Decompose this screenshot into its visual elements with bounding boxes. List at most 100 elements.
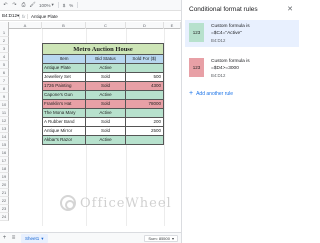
sold-for-cell[interactable]: 78000 [126, 100, 163, 108]
toolbar: ↶ ↷ ⎙ 🖌 100% ▾ $ % [0, 0, 181, 11]
row-header[interactable]: 13 [0, 125, 9, 133]
close-icon[interactable]: ✕ [287, 5, 293, 13]
row-header[interactable]: 14 [0, 133, 9, 141]
row-header[interactable]: 3 [0, 45, 9, 53]
row-header[interactable]: 24 [0, 213, 9, 221]
item-cell[interactable]: Antique Mirror [43, 127, 87, 135]
watermark-text: OfficeWheel [80, 195, 172, 211]
row-header[interactable]: 16 [0, 149, 9, 157]
redo-icon[interactable]: ↷ [12, 2, 17, 8]
row-header[interactable]: 5 [0, 61, 9, 69]
row-header[interactable]: 20 [0, 181, 9, 189]
item-cell[interactable]: Antique Plate [43, 64, 87, 72]
formula-input[interactable]: Antique Plate [28, 14, 58, 19]
sheet-bar: + ≡ Sheet1 ▾ Sum: 85500 ▾ [0, 232, 181, 243]
row-header[interactable]: 2 [0, 37, 9, 45]
add-sheet-button[interactable]: + [0, 235, 9, 241]
sold-for-cell[interactable]: 2500 [126, 127, 163, 135]
rule-description: Custom formula is =$C4="Active" B4:D12 [211, 23, 250, 44]
row-header[interactable]: 22 [0, 197, 9, 205]
zoom-select[interactable]: 100% ▾ [39, 2, 54, 8]
name-box[interactable]: B4:D12 ▾ [0, 13, 19, 19]
table-row: Capone's Gun Active [42, 91, 164, 100]
bid-status-cell[interactable]: Active [86, 64, 126, 72]
item-cell[interactable]: Franklin's Hat [43, 100, 87, 108]
table-header-row: Item Bid Status Sold For ($) [42, 55, 164, 64]
select-all-corner[interactable] [0, 22, 9, 29]
sum-indicator[interactable]: Sum: 85500 ▾ [144, 235, 178, 242]
bid-status-cell[interactable]: Sold [86, 100, 126, 108]
sold-for-cell[interactable]: 4300 [126, 82, 163, 90]
sum-value: Sum: 85500 [148, 235, 170, 241]
column-header-e[interactable]: E [164, 22, 181, 29]
item-cell[interactable]: Akbar's Razor [43, 136, 87, 144]
column-header-a[interactable]: A [9, 22, 42, 29]
item-cell[interactable]: Jewellery Set [43, 73, 87, 81]
rule-title: Custom formula is [211, 59, 250, 64]
format-rule[interactable]: 123 Custom formula is =$C4="Active" B4:D… [185, 20, 299, 47]
header-sold-for[interactable]: Sold For ($) [126, 55, 163, 63]
currency-format-button[interactable]: $ [63, 3, 66, 8]
row-header[interactable]: 11 [0, 109, 9, 117]
chevron-down-icon: ▾ [171, 235, 174, 241]
table-row: Akbar's Razor Active [42, 136, 164, 145]
column-headers: A B C D E [0, 22, 181, 29]
table-row: Antique Mirror Sold 2500 [42, 127, 164, 136]
sold-for-cell[interactable] [126, 91, 163, 99]
all-sheets-button[interactable]: ≡ [9, 235, 18, 241]
item-cell[interactable]: The Mona Mary [43, 109, 87, 117]
column-header-c[interactable]: C [86, 22, 126, 29]
row-header[interactable]: 12 [0, 117, 9, 125]
sold-for-cell[interactable] [126, 109, 163, 117]
row-header[interactable]: 6 [0, 69, 9, 77]
row-header[interactable]: 8 [0, 85, 9, 93]
spreadsheet-grid[interactable]: A B C D E 1 2 3 4 5 6 7 8 9 10 11 12 13 … [0, 22, 181, 226]
percent-format-button[interactable]: % [69, 3, 73, 8]
plus-icon: + [189, 90, 194, 97]
bid-status-cell[interactable]: Active [86, 109, 126, 117]
header-bid-status[interactable]: Bid Status [86, 55, 126, 63]
table-row: Jewellery Set Sold 500 [42, 73, 164, 82]
header-item[interactable]: Item [43, 55, 87, 63]
item-cell[interactable]: Capone's Gun [43, 91, 87, 99]
conditional-format-panel: Conditional format rules ✕ 123 Custom fo… [181, 0, 300, 243]
bid-status-cell[interactable]: Sold [86, 118, 126, 126]
format-rule[interactable]: 123 Custom formula is =$D4>=3000 B4:D12 [185, 55, 299, 82]
table-row: Franklin's Hat Sold 78000 [42, 100, 164, 109]
sold-for-cell[interactable]: 500 [126, 73, 163, 81]
row-header[interactable]: 1 [0, 29, 9, 37]
row-header[interactable]: 7 [0, 77, 9, 85]
row-header[interactable]: 21 [0, 189, 9, 197]
row-header[interactable]: 19 [0, 173, 9, 181]
row-header[interactable]: 10 [0, 101, 9, 109]
toolbar-divider [77, 2, 79, 8]
sold-for-cell[interactable] [126, 136, 163, 144]
row-header[interactable]: 9 [0, 93, 9, 101]
print-icon[interactable]: ⎙ [21, 2, 26, 8]
sold-for-cell[interactable]: 200 [126, 118, 163, 126]
bid-status-cell[interactable]: Sold [86, 82, 126, 90]
bid-status-cell[interactable]: Sold [86, 73, 126, 81]
sold-for-cell[interactable] [126, 64, 163, 72]
add-rule-button[interactable]: + Add another rule [189, 90, 233, 97]
bid-status-cell[interactable]: Sold [86, 127, 126, 135]
row-header[interactable]: 15 [0, 141, 9, 149]
table-row: A Rubber Band Sold 200 [42, 118, 164, 127]
rule-preview-swatch: 123 [189, 23, 204, 42]
row-header[interactable]: 17 [0, 157, 9, 165]
rule-formula: =$D4>=3000 [211, 65, 239, 71]
table-title[interactable]: Metro Auction House [42, 43, 164, 55]
sheet-tab[interactable]: Sheet1 ▾ [21, 233, 48, 243]
bid-status-cell[interactable]: Active [86, 136, 126, 144]
column-header-d[interactable]: D [126, 22, 164, 29]
bid-status-cell[interactable]: Active [86, 91, 126, 99]
row-header[interactable]: 4 [0, 53, 9, 61]
row-header[interactable]: 23 [0, 205, 9, 213]
item-cell[interactable]: 1726 Painting [43, 82, 87, 90]
row-header[interactable]: 18 [0, 165, 9, 173]
item-cell[interactable]: A Rubber Band [43, 118, 87, 126]
paint-format-icon[interactable]: 🖌 [29, 2, 35, 8]
undo-icon[interactable]: ↶ [3, 2, 8, 8]
name-box-value: B4:D12 [2, 13, 18, 18]
column-header-b[interactable]: B [42, 22, 86, 29]
